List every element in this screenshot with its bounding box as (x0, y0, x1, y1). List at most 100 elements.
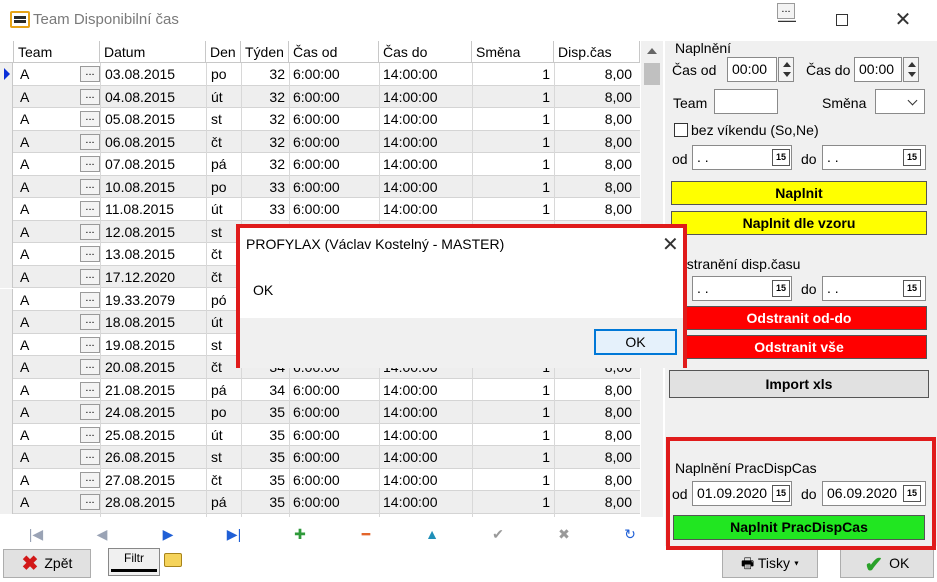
cell-do[interactable]: 14:00:00 (383, 491, 438, 513)
cell-do[interactable]: 14:00:00 (383, 153, 438, 175)
row-indicator[interactable] (0, 85, 13, 109)
cell-od[interactable]: 6:00:00 (293, 131, 340, 153)
cell-tyden[interactable]: 32 (245, 108, 285, 130)
team-lookup-button[interactable]: ... (80, 246, 100, 263)
fill-button[interactable]: Naplnit (671, 181, 927, 205)
cell-od[interactable]: 6:00:00 (293, 63, 340, 85)
header-team[interactable]: Team (14, 41, 100, 63)
cell-team[interactable]: A (20, 334, 29, 356)
cell-team[interactable]: A (20, 356, 29, 378)
cell-team[interactable]: A (20, 446, 29, 468)
team-lookup-button[interactable]: ... (777, 3, 795, 19)
table-row[interactable]: A... 06.08.2015 čt 32 6:00:00 14:00:00 1 8,00 (0, 130, 640, 154)
cell-team[interactable]: A (20, 63, 29, 85)
header-den[interactable]: Den (206, 41, 241, 63)
cell-smena[interactable]: 1 (475, 491, 550, 513)
cell-disp[interactable]: 8,00 (555, 108, 632, 130)
cell-disp[interactable]: 8,00 (555, 446, 632, 468)
close-button[interactable]: ✕ (883, 8, 923, 32)
row-indicator[interactable] (0, 401, 13, 424)
cell-team[interactable]: A (20, 469, 29, 491)
team-lookup-button[interactable]: ... (80, 404, 100, 421)
cell-date[interactable]: 04.08.2015 (105, 86, 175, 108)
calendar-icon[interactable]: 15 (772, 485, 790, 502)
row-indicator[interactable] (0, 446, 13, 469)
cell-team[interactable]: A (20, 153, 29, 175)
row-indicator[interactable] (0, 468, 13, 492)
table-row[interactable]: A... 10.08.2015 po 33 6:00:00 14:00:00 1 8,00 (0, 175, 640, 199)
cell-tyden[interactable]: 34 (245, 379, 285, 401)
cell-date[interactable]: 25.08.2015 (105, 424, 175, 446)
cell-den[interactable]: po (211, 401, 227, 423)
dialog-ok-button[interactable]: OK (594, 329, 677, 355)
team-lookup-button[interactable]: ... (80, 359, 100, 376)
import-xls-button[interactable]: Import xls (669, 370, 929, 398)
table-row[interactable]: A... 27.08.2015 čt 35 6:00:00 14:00:00 1 8,00 (0, 468, 640, 492)
table-row[interactable]: A... 28.08.2015 pá 35 6:00:00 14:00:00 1 8,00 (0, 491, 640, 514)
cell-tyden[interactable]: 33 (245, 198, 285, 220)
cell-do[interactable]: 14:00:00 (383, 446, 438, 468)
cell-den[interactable]: pá (211, 153, 227, 175)
cell-date[interactable]: 03.08.2015 (105, 63, 175, 85)
current-row-indicator[interactable] (0, 63, 13, 86)
team-lookup-button[interactable]: ... (80, 471, 100, 488)
first-icon[interactable]: |◀ (26, 524, 46, 544)
cell-disp[interactable]: 8,00 (555, 131, 632, 153)
cell-od[interactable]: 6:00:00 (293, 491, 340, 513)
cell-do[interactable]: 14:00:00 (383, 176, 438, 198)
cell-date[interactable]: 18.08.2015 (105, 311, 175, 333)
cell-den[interactable]: pó (211, 289, 227, 311)
cell-smena[interactable]: 1 (475, 379, 550, 401)
cell-date[interactable]: 12.08.2015 (105, 221, 175, 243)
cell-den[interactable]: út (211, 86, 223, 108)
cancel-icon[interactable]: ✖ (554, 524, 574, 544)
row-indicator[interactable] (0, 423, 13, 447)
row-indicator[interactable] (0, 198, 13, 221)
header-tyden[interactable]: Týden (241, 41, 289, 63)
cell-do[interactable]: 14:00:00 (383, 401, 438, 423)
cell-smena[interactable]: 1 (475, 63, 550, 85)
add-icon[interactable]: ✚ (290, 524, 310, 544)
team-lookup-button[interactable]: ... (80, 268, 100, 285)
cell-den[interactable]: út (211, 198, 223, 220)
cell-team[interactable]: A (20, 266, 29, 288)
cell-tyden[interactable]: 35 (245, 491, 285, 513)
row-indicator[interactable] (0, 333, 13, 357)
team-lookup-button[interactable]: ... (80, 133, 100, 150)
ok-button[interactable]: ✔ OK (840, 549, 934, 578)
cell-od[interactable]: 6:00:00 (293, 86, 340, 108)
cell-od[interactable]: 6:00:00 (293, 401, 340, 423)
team-lookup-button[interactable]: ... (80, 314, 100, 331)
cell-disp[interactable]: 8,00 (555, 424, 632, 446)
cell-do[interactable]: 14:00:00 (383, 108, 438, 130)
cell-team[interactable]: A (20, 243, 29, 265)
remove-range-button[interactable]: Odstranit od-do (671, 306, 927, 330)
cell-tyden[interactable]: 35 (245, 424, 285, 446)
cell-den[interactable]: út (211, 311, 223, 333)
cell-disp[interactable]: 8,00 (555, 379, 632, 401)
table-row[interactable]: A... 25.08.2015 út 35 6:00:00 14:00:00 1 8,00 (0, 423, 640, 447)
time-to-spinner[interactable] (903, 57, 919, 82)
calendar-icon[interactable]: 15 (903, 280, 921, 297)
team-lookup-button[interactable]: ... (80, 494, 100, 511)
cell-tyden[interactable]: 33 (245, 176, 285, 198)
table-row[interactable]: A... 21.08.2015 pá 34 6:00:00 14:00:00 1 8,00 (0, 378, 640, 402)
header-smena[interactable]: Směna (472, 41, 554, 63)
cell-tyden[interactable]: 35 (245, 446, 285, 468)
cell-date[interactable]: 24.08.2015 (105, 401, 175, 423)
fill-prac-button[interactable]: Naplnit PracDispCas (673, 515, 925, 540)
cell-date[interactable]: 10.08.2015 (105, 176, 175, 198)
cell-disp[interactable]: 8,00 (555, 469, 632, 491)
calendar-icon[interactable]: 15 (903, 485, 921, 502)
cell-date[interactable]: 28.08.2015 (105, 491, 175, 513)
cell-date[interactable]: 17.12.2020 (105, 266, 175, 288)
cell-den[interactable]: po (211, 176, 227, 198)
table-row[interactable]: A... 24.08.2015 po 35 6:00:00 14:00:00 1 8,00 (0, 401, 640, 424)
cell-od[interactable]: 6:00:00 (293, 153, 340, 175)
cell-date[interactable]: 19.08.2015 (105, 334, 175, 356)
row-indicator[interactable] (0, 243, 13, 266)
cell-smena[interactable]: 1 (475, 469, 550, 491)
cell-date[interactable]: 07.08.2015 (105, 153, 175, 175)
post-icon[interactable]: ✔ (488, 524, 508, 544)
cell-od[interactable]: 6:00:00 (293, 424, 340, 446)
